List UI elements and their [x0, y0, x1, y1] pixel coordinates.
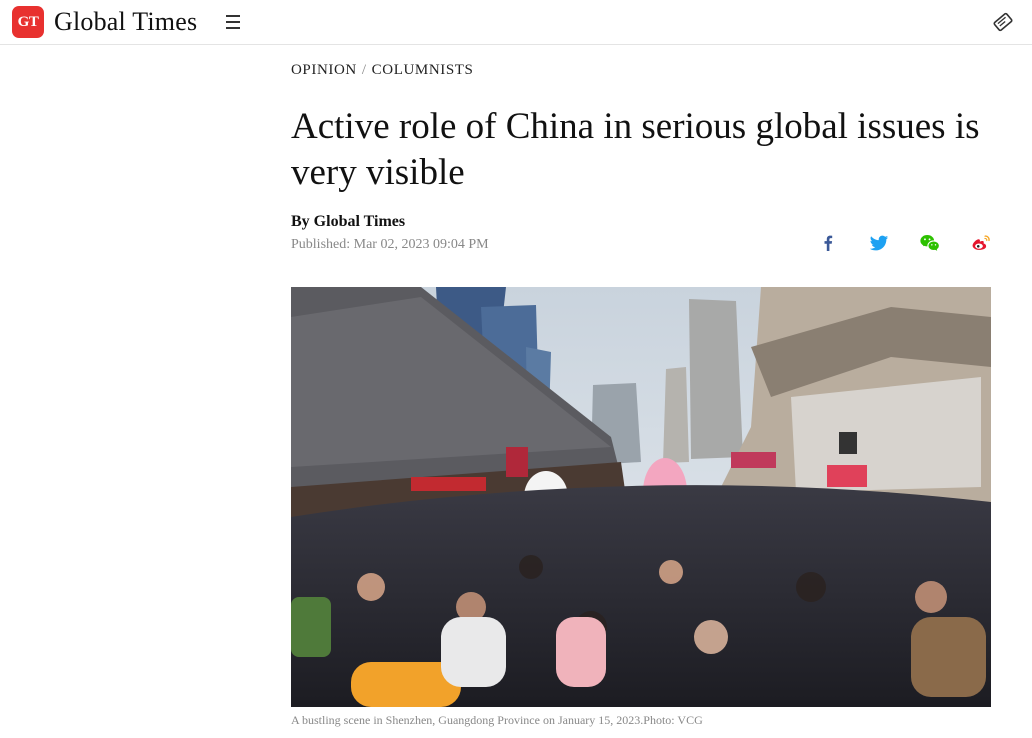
- article-byline: By Global Times: [291, 213, 406, 230]
- site-logo-text[interactable]: Global Times: [54, 5, 197, 39]
- top-navigation-bar: GT Global Times: [0, 0, 1032, 45]
- breadcrumb-opinion-link[interactable]: OPINION: [291, 62, 357, 78]
- weibo-share-icon[interactable]: [970, 232, 992, 254]
- breadcrumb-columnists-link[interactable]: COLUMNISTS: [372, 62, 474, 78]
- article-title: Active role of China in serious global i…: [291, 106, 980, 193]
- wechat-share-icon[interactable]: [919, 232, 941, 254]
- hamburger-menu-icon[interactable]: [226, 14, 240, 30]
- twitter-share-icon[interactable]: [868, 232, 890, 254]
- facebook-share-icon[interactable]: [817, 232, 839, 254]
- article-photo-shenzhen-crowd: [291, 287, 991, 707]
- breadcrumb: OPINION / COLUMNISTS: [291, 62, 474, 79]
- photo-caption: A bustling scene in Shenzhen, Guangdong …: [291, 713, 703, 727]
- published-date: Published: Mar 02, 2023 09:04 PM: [291, 237, 489, 252]
- newspaper-icon[interactable]: [992, 11, 1014, 33]
- global-times-logo-badge[interactable]: GT: [12, 6, 44, 38]
- breadcrumb-separator: /: [361, 62, 367, 78]
